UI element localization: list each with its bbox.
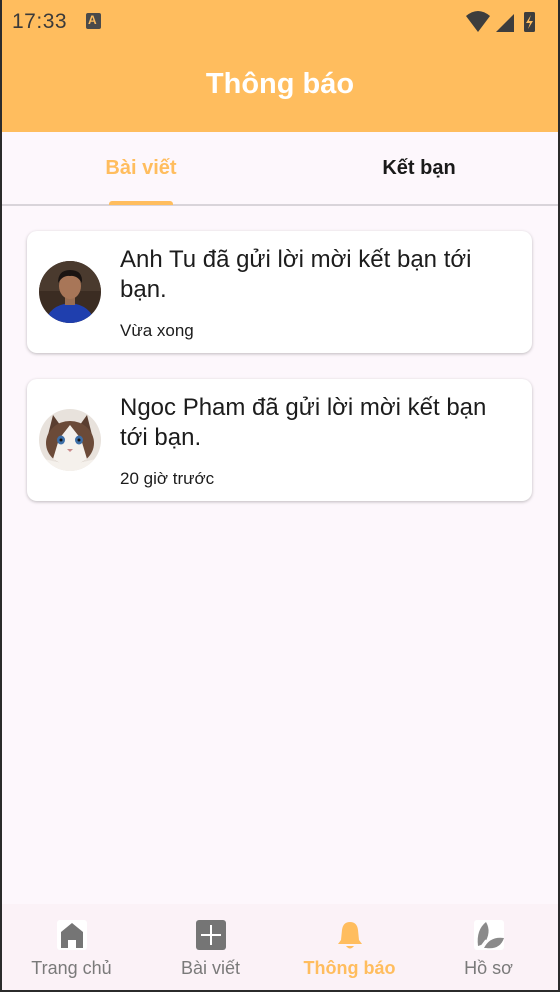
nav-item-home[interactable]: Trang chủ: [2, 904, 141, 990]
nav-item-notifications[interactable]: Thông báo: [280, 904, 419, 990]
page-title: Thông báo: [205, 68, 355, 100]
nav-label-profile: Hồ sơ: [464, 958, 513, 978]
active-tab-indicator: [109, 201, 173, 205]
nav-item-create-post[interactable]: Bài viết: [141, 904, 280, 990]
app-header: 17:33 Thông báo: [2, 0, 558, 132]
notification-text: Ngoc Pham đã gửi lời mời kết bạn tới bạn…: [120, 394, 487, 451]
notification-a-icon: [86, 13, 101, 29]
notification-time: 20 giờ trước: [120, 469, 215, 488]
notification-time: Vừa xong: [120, 321, 194, 340]
notification-card[interactable]: Anh Tu đã gửi lời mời kết bạn tới bạn. V…: [27, 231, 532, 353]
notification-card[interactable]: Ngoc Pham đã gửi lời mời kết bạn tới bạn…: [27, 379, 532, 501]
avatar: [39, 261, 101, 323]
bell-icon: [337, 922, 362, 949]
bottom-navigation: Trang chủ Bài viết Thông báo Hồ sơ: [2, 904, 558, 990]
cat-avatar-image: [39, 409, 101, 471]
nav-label-notifications: Thông báo: [303, 958, 396, 978]
status-time: 17:33: [12, 10, 68, 33]
nav-item-profile[interactable]: Hồ sơ: [419, 904, 558, 990]
app-screen: 17:33 Thông báo Bài viết Kết bạn Anh Tu …: [2, 0, 558, 990]
tab-bar: Bài viết Kết bạn: [2, 132, 558, 206]
tab-posts[interactable]: Bài viết: [2, 132, 280, 204]
person-avatar-image: [39, 261, 101, 323]
wifi-icon: [466, 11, 490, 32]
status-icons: [466, 11, 535, 32]
nav-label-home: Trang chủ: [31, 958, 112, 978]
notification-text: Anh Tu đã gửi lời mời kết bạn tới bạn.: [120, 246, 472, 303]
leaf-icon: [473, 920, 504, 950]
home-icon: [56, 920, 87, 950]
avatar: [39, 409, 101, 471]
signal-icon: [496, 14, 514, 32]
nav-label-create-post: Bài viết: [180, 958, 241, 978]
add-post-icon: [195, 920, 226, 950]
tab-friend-requests[interactable]: Kết bạn: [280, 132, 558, 204]
